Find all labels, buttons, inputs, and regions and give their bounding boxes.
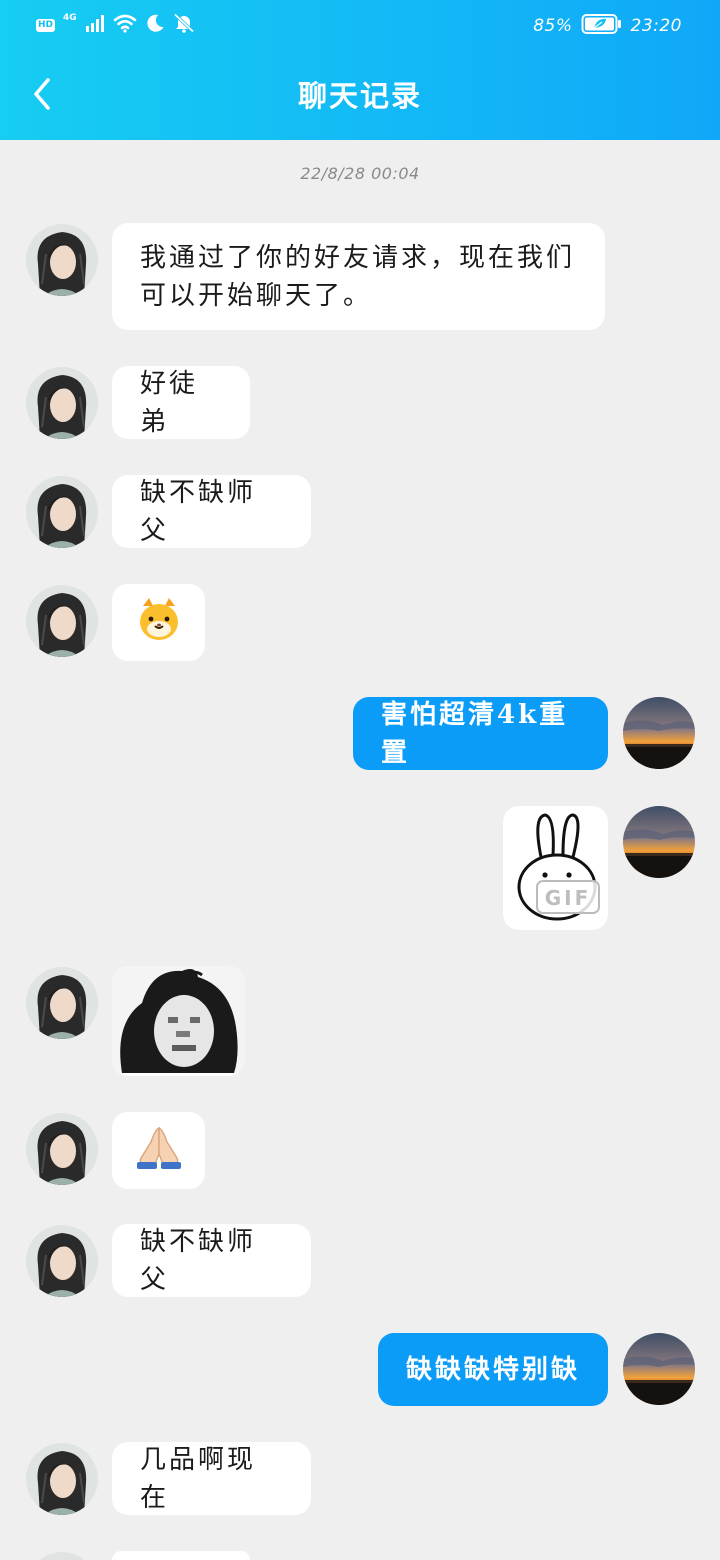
my-avatar[interactable] <box>623 806 695 878</box>
message-text: 缺缺缺特别缺 <box>406 1354 581 1385</box>
bunny-gif-sticker: GIF <box>511 807 601 930</box>
mute-bell-icon <box>173 13 195 37</box>
my-avatar[interactable] <box>623 697 695 769</box>
contact-avatar[interactable] <box>26 1552 98 1560</box>
contact-avatar[interactable] <box>26 585 98 657</box>
clock: 23:20 <box>630 16 682 36</box>
message-text: 害怕超清4k重置 <box>381 699 569 768</box>
message-bubble[interactable]: 缺缺缺特别缺 <box>378 1333 608 1406</box>
my-avatar[interactable] <box>623 1333 695 1405</box>
page-title: 聊天记录 <box>297 79 422 113</box>
status-bar-left: HD 4G <box>36 13 195 37</box>
app-header: HD 4G 85% 23:20 聊天记录 <box>0 0 720 140</box>
status-bar-right: 85% 23:20 <box>533 14 682 38</box>
hd-badge: HD <box>36 18 56 32</box>
hamster-emoji-sticker <box>137 596 181 649</box>
message-text: 几品啊现在 <box>140 1444 257 1513</box>
sticker-message[interactable]: GIF <box>503 806 608 930</box>
blurry-meme-face-sticker <box>112 966 245 1076</box>
message-bubble[interactable]: 好徒弟 <box>112 366 250 439</box>
message-bubble[interactable]: 几品啊现在 <box>112 1442 311 1515</box>
sticker-message[interactable] <box>112 1112 205 1189</box>
contact-avatar[interactable] <box>26 476 98 548</box>
battery-icon <box>581 13 623 39</box>
message-text: 缺不缺师父 <box>140 1226 257 1295</box>
wifi-icon <box>113 13 137 37</box>
message-bubble[interactable]: 我通过了你的好友请求，现在我们可以开始聊天了。 <box>112 223 605 330</box>
sticker-message[interactable] <box>112 966 245 1076</box>
contact-avatar[interactable] <box>26 224 98 296</box>
message-text: 缺不缺师父 <box>140 477 257 546</box>
message-timestamp: 22/8/28 00:04 <box>300 164 420 183</box>
sticker-message[interactable] <box>112 584 205 661</box>
message-bubble[interactable]: 缺不缺师父 <box>112 475 311 548</box>
praying-hands-emoji <box>135 1124 183 1177</box>
contact-avatar[interactable] <box>26 1443 98 1515</box>
message-text: 我通过了你的好友请求，现在我们可以开始聊天了。 <box>140 242 576 311</box>
battery-percent: 85% <box>533 16 573 36</box>
network-type: 4G <box>63 13 77 23</box>
message-text: 好徒弟 <box>140 368 199 437</box>
contact-avatar[interactable] <box>26 1113 98 1185</box>
moon-icon <box>145 13 165 37</box>
contact-avatar[interactable] <box>26 967 98 1039</box>
message-bubble[interactable]: 害怕超清4k重置 <box>353 697 608 770</box>
signal-icon <box>85 13 105 37</box>
contact-avatar[interactable] <box>26 367 98 439</box>
gif-badge: GIF <box>544 886 591 910</box>
status-bar: HD 4G 85% 23:20 <box>0 0 720 52</box>
contact-avatar[interactable] <box>26 1225 98 1297</box>
message-bubble[interactable]: 缺不缺师父 <box>112 1224 311 1297</box>
message-bubble[interactable] <box>112 1551 250 1560</box>
